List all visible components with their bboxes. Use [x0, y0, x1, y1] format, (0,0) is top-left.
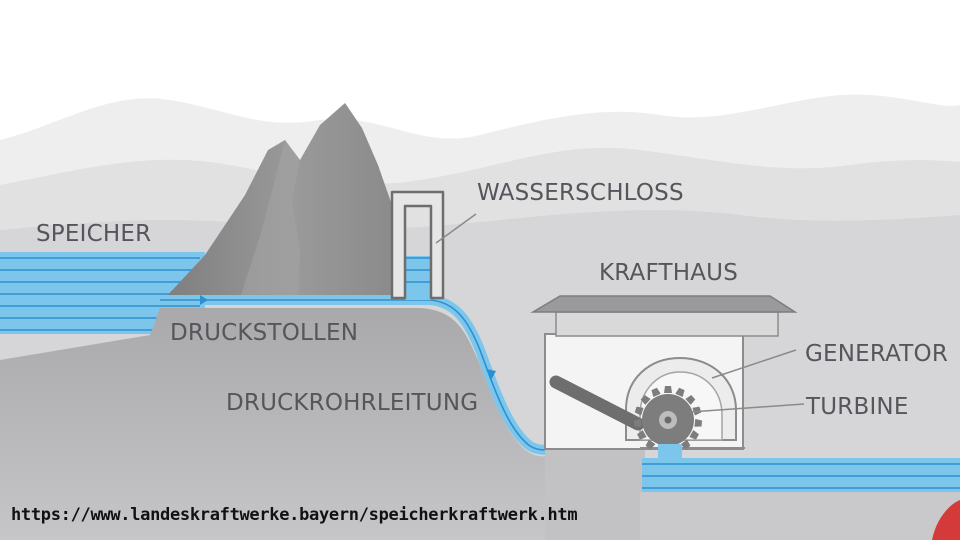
ground-bottom [640, 492, 960, 540]
label-druckstollen: DRUCKSTOLLEN [170, 320, 358, 346]
source-url: https://www.landeskraftwerke.bayern/spei… [11, 505, 578, 525]
hydropower-diagram: SPEICHER WASSERSCHLOSS KRAFTHAUS DRUCKST… [0, 94, 960, 540]
label-wasserschloss: WASSERSCHLOSS [477, 180, 684, 206]
powerhouse-upper [555, 311, 779, 337]
powerhouse-base [545, 440, 645, 540]
label-speicher: SPEICHER [36, 221, 151, 247]
turbine-outflow [658, 444, 682, 460]
tailwater [642, 458, 960, 492]
label-generator: GENERATOR [805, 341, 948, 367]
label-krafthaus: KRAFTHAUS [599, 260, 738, 286]
powerhouse-roof [530, 295, 798, 313]
surge-tank-water [405, 256, 431, 300]
label-druckrohrleitung: DRUCKROHRLEITUNG [226, 390, 478, 416]
label-turbine: TURBINE [805, 394, 909, 420]
